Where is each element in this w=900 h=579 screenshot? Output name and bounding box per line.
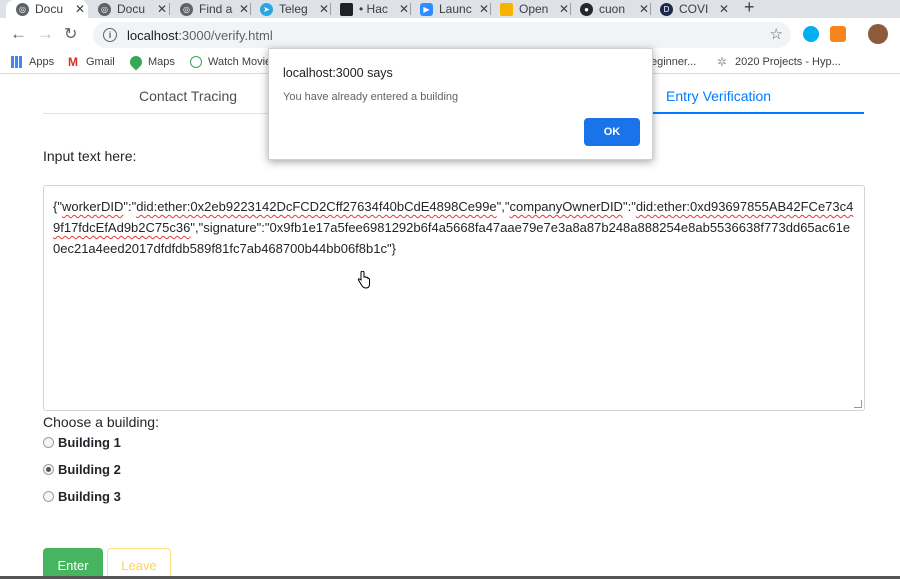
browser-tab[interactable]: • Hac ✕ [330,0,410,18]
close-tab-icon[interactable]: ✕ [239,2,249,16]
radio-button[interactable] [43,437,54,448]
choose-building-label: Choose a building: [43,414,159,430]
address-bar[interactable]: i localhost:3000/verify.html ☆ [93,22,791,48]
metamask-fox-icon[interactable] [830,26,846,42]
telegram-icon: ➤ [260,2,273,16]
maps-icon [127,53,145,71]
browser-tab[interactable]: Open ✕ [490,0,570,18]
play-icon [190,56,202,68]
enter-button[interactable]: Enter [43,548,103,579]
ok-button[interactable]: OK [584,118,640,146]
slides-icon [500,2,513,16]
leave-button[interactable]: Leave [107,548,171,579]
bookmark-star-icon[interactable]: ☆ [770,25,783,43]
close-tab-icon[interactable]: ✕ [319,2,329,16]
tab-contact-tracing[interactable]: Contact Tracing [139,88,237,104]
tab-entry-verification[interactable]: Entry Verification [666,88,771,104]
close-tab-icon[interactable]: ✕ [157,2,167,16]
forward-arrow-icon[interactable]: → [37,24,54,44]
alert-title: localhost:3000 says [283,66,393,80]
browser-toolbar: ← → ↻ i localhost:3000/verify.html ☆ [0,18,900,52]
resize-grip-icon[interactable] [854,400,862,408]
bookmark-2020-projects[interactable]: ✲ 2020 Projects - Hyp... [717,56,841,68]
alert-message: You have already entered a building [283,91,459,103]
close-tab-icon[interactable]: ✕ [479,2,489,16]
bookmark-apps[interactable]: Apps [11,56,54,68]
active-tab-indicator [643,112,864,114]
apps-grid-icon [11,56,23,68]
gmail-icon: M [68,55,78,69]
hand-cursor-icon [357,271,370,289]
close-tab-icon[interactable]: ✕ [559,2,569,16]
globe-icon: ◎ [16,2,29,16]
d-icon: D [660,2,673,16]
browser-tab[interactable]: ◎ Docu ✕ [88,0,170,18]
tab-strip: ◎ Docu ✕ ◎ Docu ✕ ◎ Find a ✕ ➤ Teleg ✕ •… [0,0,900,18]
browser-tab[interactable]: D COVI ✕ [650,0,736,18]
browser-tab[interactable]: ▶ Launc ✕ [410,0,490,18]
zoom-icon: ▶ [420,2,433,16]
bookmark-beginner[interactable]: eginner... [651,56,696,68]
skype-icon[interactable] [803,26,819,42]
github-icon: ● [580,2,593,16]
back-arrow-icon[interactable]: ← [10,24,27,44]
close-tab-icon[interactable]: ✕ [399,2,409,16]
radio-building-2[interactable]: Building 2 [43,462,121,477]
info-icon[interactable]: i [103,28,117,42]
browser-tab[interactable]: ● cuon ✕ [570,0,650,18]
bookmark-gmail[interactable]: M Gmail [68,56,115,68]
input-label: Input text here: [43,148,137,164]
alert-dialog: localhost:3000 says You have already ent… [268,48,653,160]
close-tab-icon[interactable]: ✕ [639,2,649,16]
document-icon [340,2,353,16]
input-textarea[interactable]: {"workerDID":"did:ether:0x2eb9223142DcFC… [43,185,865,411]
radio-building-3[interactable]: Building 3 [43,489,121,504]
close-tab-icon[interactable]: ✕ [719,2,729,16]
new-tab-icon[interactable]: + [744,0,755,18]
close-tab-icon[interactable]: ✕ [75,2,85,16]
bookmark-maps[interactable]: Maps [127,53,175,71]
profile-avatar[interactable] [868,24,888,44]
radio-button[interactable] [43,491,54,502]
gear-icon: ✲ [717,55,728,69]
globe-icon: ◎ [180,2,193,16]
bookmark-watch-movie[interactable]: Watch Movie [190,56,271,68]
radio-button-checked[interactable] [43,464,54,475]
reload-icon[interactable]: ↻ [64,24,77,44]
textarea-value: {"workerDID":"did:ether:0x2eb9223142DcFC… [53,199,854,256]
browser-tab[interactable]: ◎ Find a ✕ [170,0,250,18]
browser-tab[interactable]: ◎ Docu ✕ [6,0,88,18]
radio-building-1[interactable]: Building 1 [43,435,121,450]
browser-tab[interactable]: ➤ Teleg ✕ [250,0,330,18]
globe-icon: ◎ [98,2,111,16]
